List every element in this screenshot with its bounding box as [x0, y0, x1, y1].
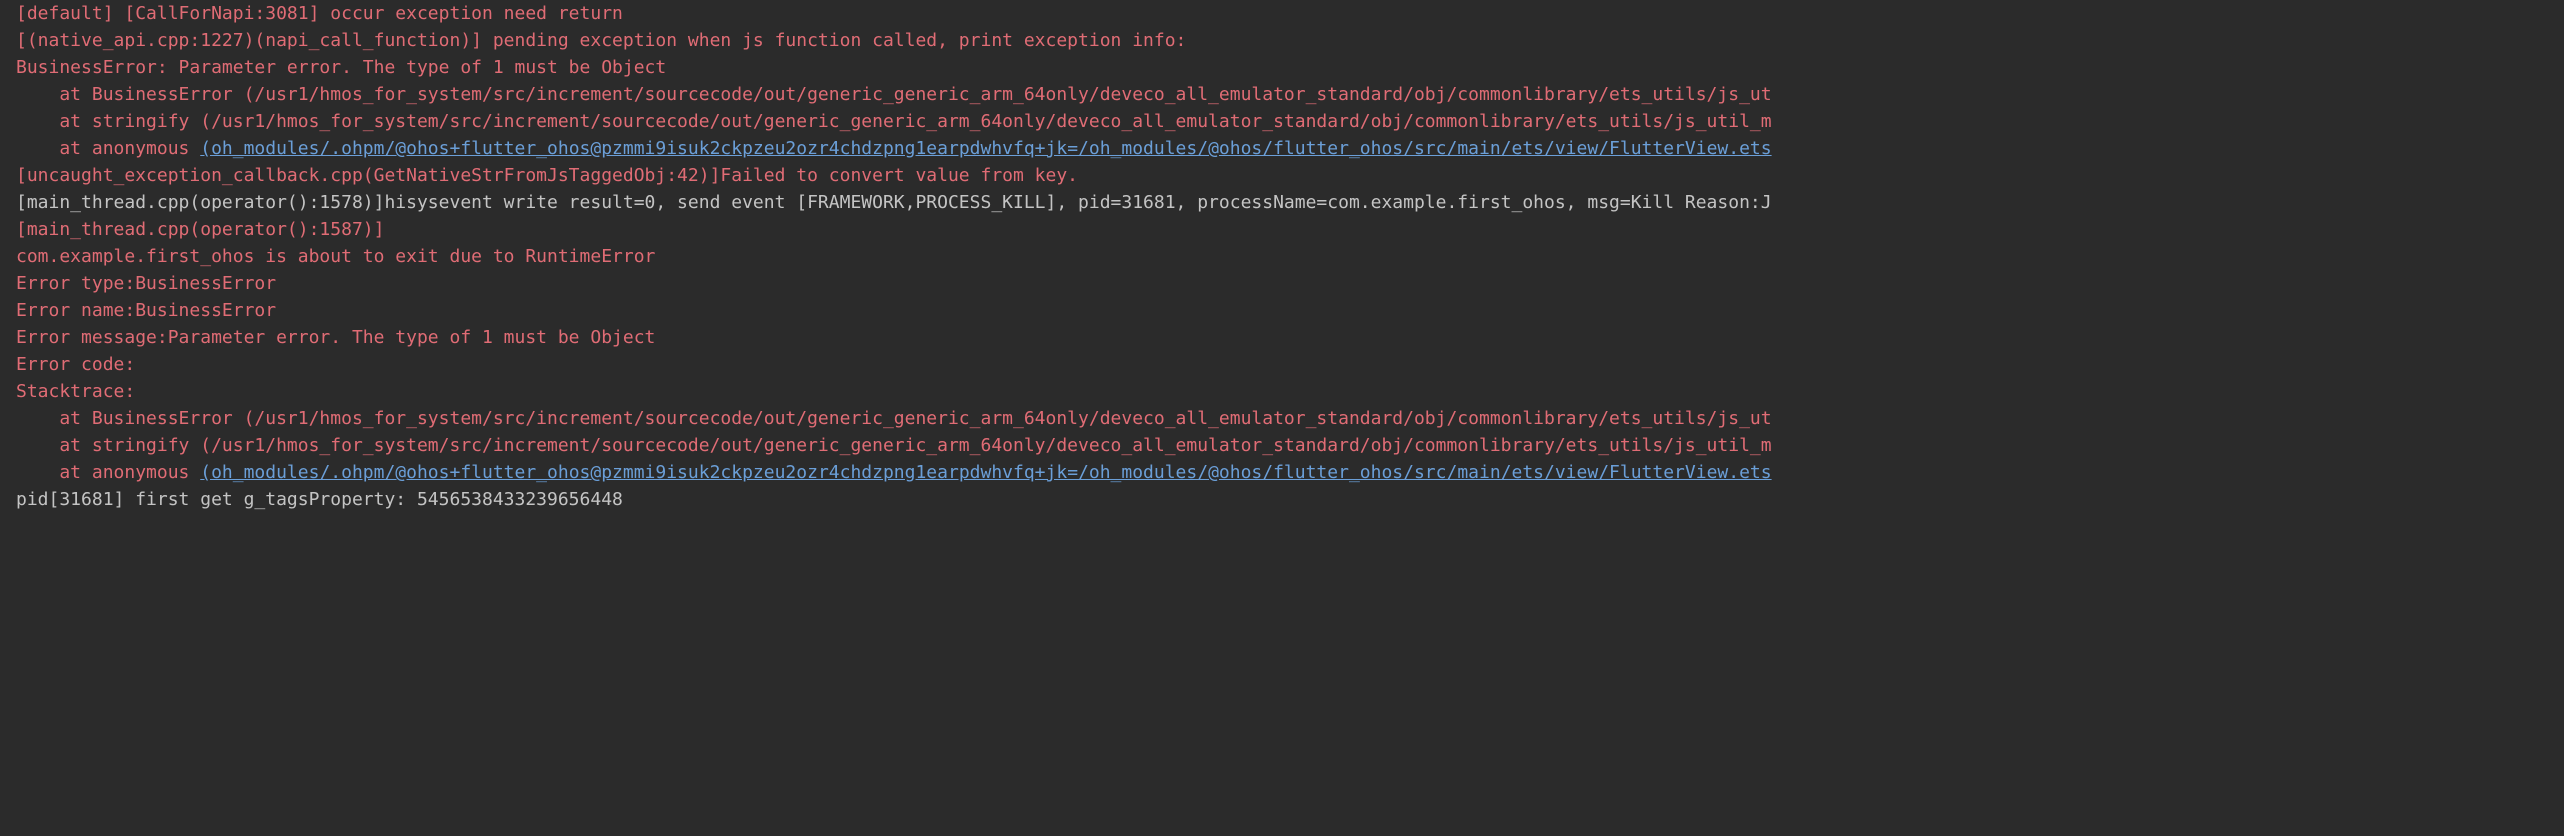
log-line: [default] [CallForNapi:3081] occur excep… — [16, 0, 2548, 27]
log-line: pid[31681] first get g_tagsProperty: 545… — [16, 486, 2548, 513]
source-link[interactable]: (oh_modules/.ohpm/@ohos+flutter_ohos@pzm… — [200, 138, 1771, 159]
log-line-error-message: Error message:Parameter error. The type … — [16, 324, 2548, 351]
log-line-stacktrace: at stringify (/usr1/hmos_for_system/src/… — [16, 432, 2548, 459]
log-line-stacktrace: at stringify (/usr1/hmos_for_system/src/… — [16, 108, 2548, 135]
log-line-error-name: Error name:BusinessError — [16, 297, 2548, 324]
source-link[interactable]: (oh_modules/.ohpm/@ohos+flutter_ohos@pzm… — [200, 462, 1771, 483]
log-line-exit-notice: com.example.first_ohos is about to exit … — [16, 243, 2548, 270]
stacktrace-prefix: at anonymous — [16, 462, 200, 483]
log-line-error-type: Error type:BusinessError — [16, 270, 2548, 297]
log-line-stacktrace: at BusinessError (/usr1/hmos_for_system/… — [16, 405, 2548, 432]
log-line-error-code: Error code: — [16, 351, 2548, 378]
log-line-stacktrace-header: Stacktrace: — [16, 378, 2548, 405]
log-line-error-header: BusinessError: Parameter error. The type… — [16, 54, 2548, 81]
log-line: [uncaught_exception_callback.cpp(GetNati… — [16, 162, 2548, 189]
log-line: [(native_api.cpp:1227)(napi_call_functio… — [16, 27, 2548, 54]
log-line: [main_thread.cpp(operator():1578)]hisyse… — [16, 189, 2548, 216]
log-line-stacktrace-link: at anonymous (oh_modules/.ohpm/@ohos+flu… — [16, 135, 2548, 162]
log-line-stacktrace-link: at anonymous (oh_modules/.ohpm/@ohos+flu… — [16, 459, 2548, 486]
log-line: [main_thread.cpp(operator():1587)] — [16, 216, 2548, 243]
stacktrace-prefix: at anonymous — [16, 138, 200, 159]
log-line-stacktrace: at BusinessError (/usr1/hmos_for_system/… — [16, 81, 2548, 108]
